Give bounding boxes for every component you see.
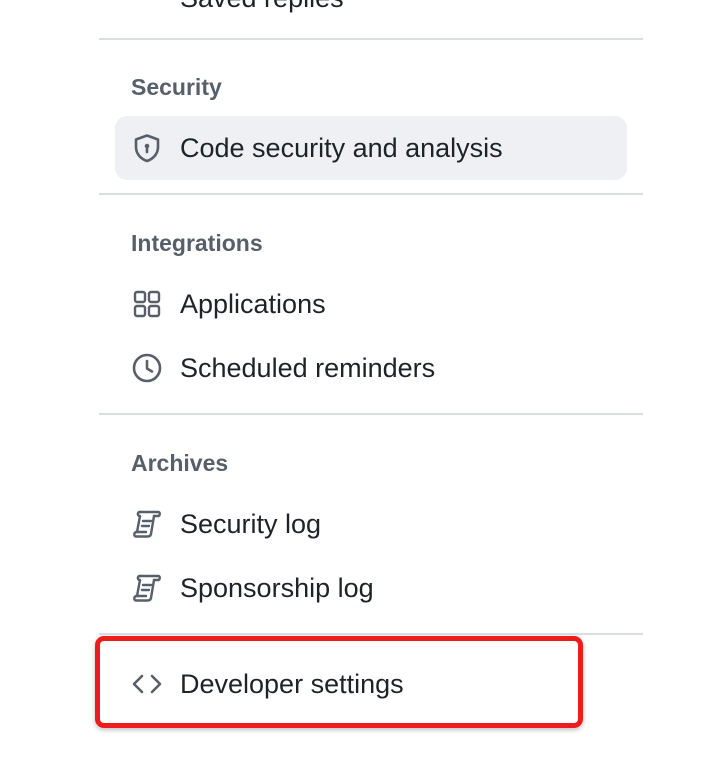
- section-divider: [99, 413, 643, 415]
- sidebar-item-label: Saved replies: [180, 0, 344, 14]
- sidebar-item-security-log[interactable]: Security log: [115, 492, 627, 556]
- section-heading-security: Security: [131, 74, 222, 100]
- sidebar-item-label: Sponsorship log: [180, 573, 374, 603]
- section-divider: [99, 193, 643, 195]
- sidebar-item-label: Security log: [180, 509, 322, 539]
- settings-sidebar-nav: Saved replies Security Code security and…: [99, 0, 643, 776]
- section-divider: [99, 38, 643, 40]
- sidebar-item-code-security[interactable]: Code security and analysis: [115, 116, 627, 180]
- sidebar-item-developer-settings[interactable]: Developer settings: [115, 652, 627, 716]
- sidebar-item-sponsorship-log[interactable]: Sponsorship log: [115, 556, 627, 620]
- section-divider: [99, 633, 643, 635]
- section-heading-integrations: Integrations: [131, 230, 263, 256]
- clock-icon: [131, 352, 163, 384]
- apps-icon: [131, 288, 163, 320]
- sidebar-item-label: Applications: [180, 289, 326, 319]
- log-icon: [131, 508, 163, 540]
- shield-lock-icon: [131, 132, 163, 164]
- section-heading-archives: Archives: [131, 450, 229, 476]
- sidebar-item-scheduled-reminders[interactable]: Scheduled reminders: [115, 336, 627, 400]
- sidebar-item-label: Developer settings: [180, 669, 404, 699]
- code-icon: [131, 668, 163, 700]
- reply-icon: [131, 0, 163, 14]
- log-icon: [131, 572, 163, 604]
- sidebar-item-saved-replies[interactable]: Saved replies: [115, 0, 344, 14]
- sidebar-item-label: Scheduled reminders: [180, 353, 436, 383]
- sidebar-item-applications[interactable]: Applications: [115, 272, 627, 336]
- sidebar-item-label: Code security and analysis: [180, 133, 503, 163]
